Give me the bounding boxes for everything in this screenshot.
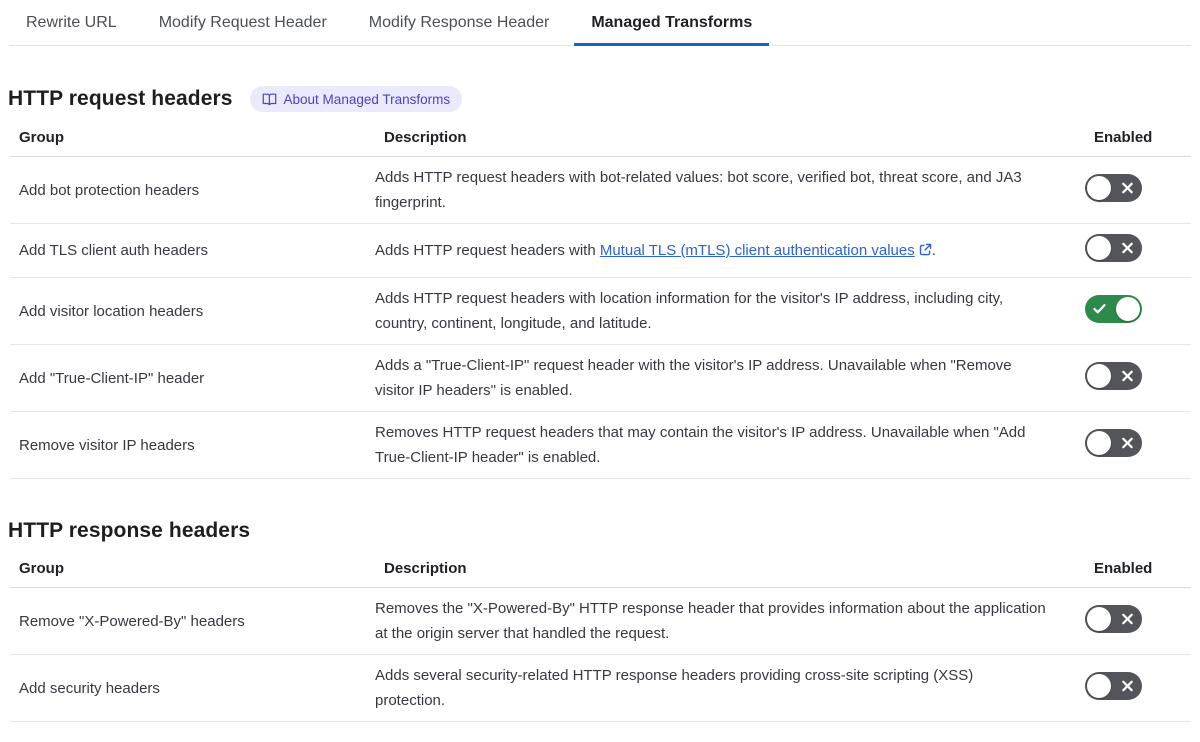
description-link[interactable]: Mutual TLS (mTLS) client authentication … xyxy=(600,242,932,259)
tab-label: Managed Transforms xyxy=(591,14,753,31)
description-cell: Adds HTTP request headers with bot-relat… xyxy=(375,169,1022,211)
about-managed-transforms-badge[interactable]: About Managed Transforms xyxy=(249,86,463,112)
toggle-knob xyxy=(1087,606,1111,631)
group-cell: Add bot protection headers xyxy=(10,156,375,224)
description-cell: Adds several security-related HTTP respo… xyxy=(375,667,974,709)
column-header-group: Group xyxy=(10,543,375,588)
description-cell: Removes the "X-Powered-By" HTTP response… xyxy=(375,600,1046,642)
tab-label: Rewrite URL xyxy=(26,14,117,31)
x-icon xyxy=(1122,242,1133,254)
enabled-toggle-remove-visitor-ip-headers[interactable] xyxy=(1085,428,1142,457)
group-cell: Add security headers xyxy=(10,654,375,722)
description-cell: Adds HTTP request headers with location … xyxy=(375,290,1004,332)
group-cell: Remove "X-Powered-By" headers xyxy=(10,587,375,655)
enabled-toggle-add-true-client-ip-header[interactable] xyxy=(1085,361,1142,390)
managed-transforms-table: Group Description Enabled Remove "X-Powe… xyxy=(10,543,1191,722)
column-header-enabled: Enabled xyxy=(1085,112,1191,157)
response-table-slot: Group Description Enabled Remove "X-Powe… xyxy=(0,543,1200,722)
x-icon xyxy=(1122,437,1133,448)
toggle-knob xyxy=(1116,296,1140,321)
managed-transforms-table: Group Description Enabled Add bot protec… xyxy=(10,112,1191,479)
book-icon xyxy=(262,93,276,105)
tab-managed-transforms[interactable]: Managed Transforms xyxy=(574,0,770,46)
toggle-knob xyxy=(1087,363,1111,388)
column-header-description: Description xyxy=(375,543,1085,588)
group-cell: Add TLS client auth headers xyxy=(10,223,375,278)
tab-label: Modify Request Header xyxy=(158,14,327,31)
description-link-label: Mutual TLS (mTLS) client authentication … xyxy=(599,242,915,259)
request-section-title: HTTP request headers xyxy=(8,87,233,110)
table-row: Add visitor location headers Adds HTTP r… xyxy=(10,277,1191,345)
column-header-description: Description xyxy=(375,112,1085,157)
x-icon xyxy=(1122,680,1133,691)
response-section-title: HTTP response headers xyxy=(8,519,251,542)
x-icon xyxy=(1122,370,1133,381)
table-row: Add bot protection headers Adds HTTP req… xyxy=(10,156,1191,224)
request-headers-section: HTTP request headers About Managed Trans… xyxy=(0,86,1200,479)
enabled-toggle-add-tls-client-auth-headers[interactable] xyxy=(1085,234,1142,262)
group-cell: Remove visitor IP headers xyxy=(10,411,375,479)
x-icon xyxy=(1122,182,1133,193)
column-header-group: Group xyxy=(10,112,375,157)
x-icon xyxy=(1122,613,1133,624)
request-table-slot: Group Description Enabled Add bot protec… xyxy=(0,112,1200,479)
enabled-toggle-add-security-headers[interactable] xyxy=(1085,671,1142,700)
check-icon xyxy=(1093,303,1106,313)
description-text-suffix: . xyxy=(931,242,936,259)
description-text-prefix: Adds HTTP request headers with xyxy=(375,242,600,259)
table-row: Add "True-Client-IP" header Adds a "True… xyxy=(10,344,1191,412)
toggle-knob xyxy=(1087,236,1111,260)
group-cell: Add visitor location headers xyxy=(10,277,375,345)
external-link-icon xyxy=(919,243,931,256)
tab-bar: Rewrite URL Modify Request Header Modify… xyxy=(9,0,1191,46)
table-header-row: Group Description Enabled xyxy=(10,112,1191,157)
tab-modify-response-header[interactable]: Modify Response Header xyxy=(352,0,567,45)
table-row: Add security headers Adds several securi… xyxy=(10,654,1191,722)
tab-rewrite-url[interactable]: Rewrite URL xyxy=(9,0,134,45)
toggle-knob xyxy=(1087,673,1111,698)
description-cell: Adds a "True-Client-IP" request header w… xyxy=(375,357,1012,399)
toggle-knob xyxy=(1087,430,1111,455)
tab-modify-request-header[interactable]: Modify Request Header xyxy=(142,0,344,45)
table-row: Remove "X-Powered-By" headers Removes th… xyxy=(10,587,1191,655)
enabled-toggle-add-bot-protection-headers[interactable] xyxy=(1085,173,1142,202)
response-headers-section: HTTP response headers Group Description … xyxy=(0,519,1200,722)
managed-transforms-page: HTTP request headers About Managed Trans… xyxy=(0,86,1200,722)
enabled-toggle-remove-x-powered-by-headers[interactable] xyxy=(1085,604,1142,633)
tab-label: Modify Response Header xyxy=(368,14,550,31)
table-row: Add TLS client auth headers Adds HTTP re… xyxy=(10,223,1191,278)
badge-label: About Managed Transforms xyxy=(283,91,451,107)
description-cell: Removes HTTP request headers that may co… xyxy=(375,424,1026,466)
group-cell: Add "True-Client-IP" header xyxy=(10,344,375,412)
enabled-toggle-add-visitor-location-headers[interactable] xyxy=(1085,294,1142,323)
column-header-enabled: Enabled xyxy=(1085,543,1191,588)
table-row: Remove visitor IP headers Removes HTTP r… xyxy=(10,411,1191,479)
toggle-knob xyxy=(1087,175,1111,200)
table-header-row: Group Description Enabled xyxy=(10,543,1191,588)
description-cell: Adds HTTP request headers with Mutual TL… xyxy=(375,238,1047,263)
